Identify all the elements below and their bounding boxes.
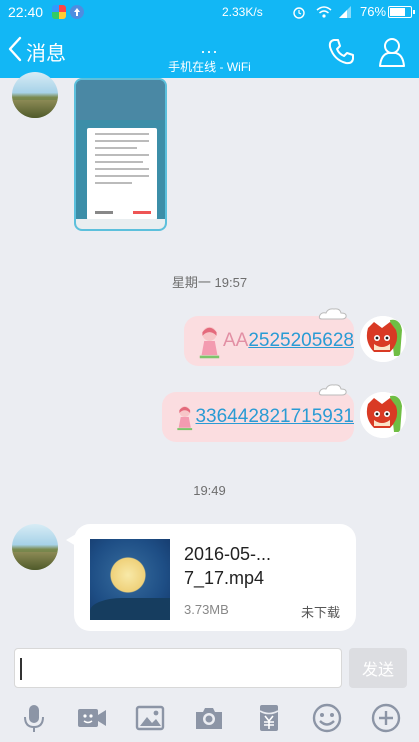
signal-icon bbox=[338, 5, 352, 19]
video-thumbnail bbox=[90, 539, 170, 620]
girl-sticker-icon bbox=[177, 406, 193, 431]
chat-title[interactable]: ... 手机在线 - WiFi bbox=[100, 24, 319, 78]
wifi-icon bbox=[316, 5, 332, 19]
cloud-icon bbox=[318, 308, 347, 320]
girl-sticker-icon bbox=[199, 326, 220, 359]
message-prefix: AA bbox=[222, 330, 249, 351]
contact-avatar[interactable] bbox=[12, 524, 58, 570]
profile-icon[interactable] bbox=[376, 36, 408, 68]
file-message[interactable]: 2016-05-... 7_17.mp4 3.73MB 未下载 bbox=[66, 524, 356, 631]
sent-message[interactable]: AA 2525205628 bbox=[184, 308, 354, 366]
input-row: 发送 bbox=[0, 640, 419, 696]
battery-fill bbox=[390, 8, 405, 16]
image-thumbnail-footer bbox=[76, 219, 165, 229]
text-cursor bbox=[20, 658, 22, 680]
upload-icon bbox=[70, 5, 84, 19]
video-icon[interactable] bbox=[76, 702, 108, 734]
timestamp: 19:49 bbox=[193, 483, 226, 498]
phone-icon[interactable] bbox=[326, 37, 356, 67]
file-name-line-1: 2016-05-... bbox=[184, 544, 272, 564]
back-label: 消息 bbox=[26, 42, 66, 65]
file-size: 3.73MB bbox=[184, 602, 229, 617]
plus-icon[interactable] bbox=[370, 702, 402, 734]
message-input[interactable] bbox=[14, 648, 342, 688]
my-avatar[interactable] bbox=[360, 316, 406, 362]
download-status[interactable]: 未下载 bbox=[301, 602, 340, 621]
back-button[interactable]: 消息 bbox=[8, 36, 66, 66]
toolbar bbox=[0, 696, 419, 742]
file-name: 2016-05-... 7_17.mp4 bbox=[184, 542, 334, 590]
sent-message[interactable]: 336442821715931 bbox=[162, 384, 354, 442]
image-thumbnail-header bbox=[76, 80, 165, 120]
battery-icon bbox=[388, 6, 415, 18]
contact-avatar[interactable] bbox=[12, 72, 58, 118]
status-bar: 22:40 2.33K/s 76% bbox=[0, 0, 419, 24]
alarm-icon bbox=[292, 5, 306, 19]
image-message[interactable] bbox=[74, 78, 167, 231]
timestamp: 星期一 19:57 bbox=[171, 275, 248, 290]
my-avatar[interactable] bbox=[360, 392, 406, 438]
app-icon-pinwheel bbox=[52, 5, 66, 19]
microphone-icon[interactable] bbox=[18, 702, 50, 734]
battery-text: 76% bbox=[360, 4, 387, 19]
cloud-icon bbox=[318, 384, 347, 396]
network-speed: 2.33K/s bbox=[222, 5, 263, 19]
status-time: 22:40 bbox=[8, 4, 44, 20]
title-bar: 消息 ... 手机在线 - WiFi bbox=[0, 24, 419, 78]
image-icon[interactable] bbox=[134, 702, 166, 734]
file-name-line-2: 7_17.mp4 bbox=[184, 568, 265, 588]
image-thumbnail-dialog bbox=[87, 128, 157, 220]
title-dots: ... bbox=[200, 37, 219, 57]
camera-icon[interactable] bbox=[193, 702, 225, 734]
message-link[interactable]: 336442821715931 bbox=[195, 406, 354, 428]
send-button[interactable]: 发送 bbox=[349, 648, 407, 688]
message-link[interactable]: 2525205628 bbox=[248, 330, 354, 352]
online-status: 手机在线 - WiFi bbox=[168, 60, 251, 74]
red-packet-icon[interactable] bbox=[253, 702, 285, 734]
emoji-icon[interactable] bbox=[311, 702, 343, 734]
chevron-left-icon bbox=[8, 36, 22, 67]
